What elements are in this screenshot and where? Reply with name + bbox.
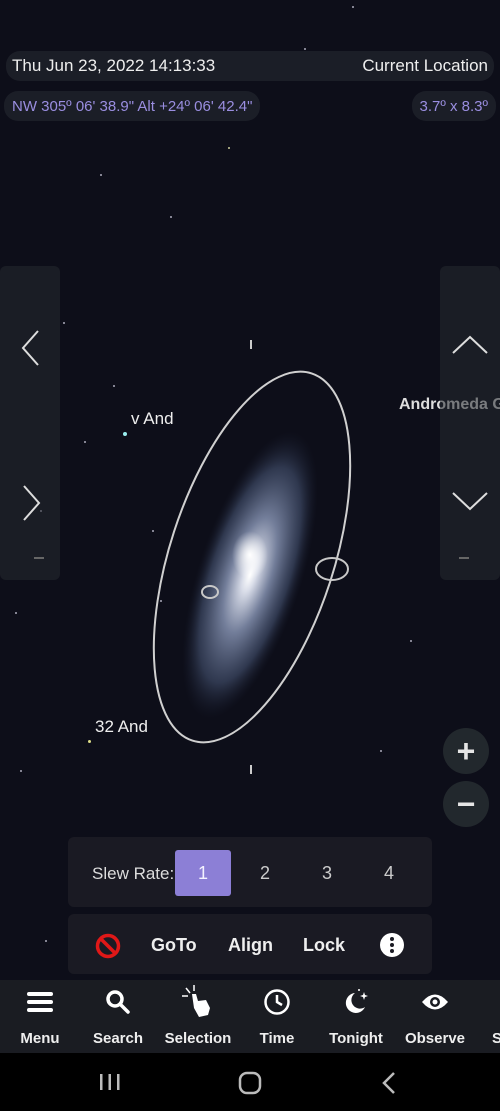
star: [113, 385, 115, 387]
star-label-v-and[interactable]: v And: [131, 409, 174, 429]
pan-up-icon[interactable]: [451, 334, 489, 356]
slew-rate-4[interactable]: 4: [361, 850, 417, 896]
home-icon[interactable]: [238, 1071, 262, 1095]
more-vertical-icon[interactable]: [380, 933, 404, 957]
zoom-in-button[interactable]: +: [443, 728, 489, 774]
eye-icon: [422, 994, 448, 1010]
star: [100, 174, 102, 176]
left-pan-panel: [0, 266, 60, 580]
coordinates: NW 305º 06' 38.9" Alt +24º 06' 42.4": [4, 91, 261, 121]
star: [123, 432, 127, 436]
star-label-32-and[interactable]: 32 And: [95, 717, 148, 737]
nav-label: Tonight: [329, 1030, 383, 1047]
right-pan-panel: [440, 266, 500, 580]
nav-observe[interactable]: Observe: [395, 980, 475, 1053]
no-entry-icon[interactable]: [95, 933, 121, 959]
slew-rate-3[interactable]: 3: [299, 850, 355, 896]
back-icon[interactable]: [381, 1071, 397, 1095]
clock-icon: [264, 989, 290, 1015]
star: [84, 441, 86, 443]
tap-hand-icon: [182, 985, 210, 1017]
align-button[interactable]: Align: [228, 935, 273, 956]
pan-left-icon[interactable]: [20, 328, 42, 368]
zoom-out-button[interactable]: −: [443, 781, 489, 827]
star: [304, 48, 306, 50]
nav-menu[interactable]: Menu: [0, 980, 80, 1053]
star: [228, 147, 230, 149]
galaxy-core: [232, 531, 268, 579]
nav-time[interactable]: Time: [237, 980, 317, 1053]
star: [380, 750, 382, 752]
bottom-nav: Menu Search Selection Time Tonight Obser…: [0, 980, 500, 1053]
nav-label: Search: [92, 1030, 144, 1047]
nav-label: Menu: [20, 1030, 60, 1047]
slew-rate-bar: Slew Rate: 1 2 3 4: [68, 837, 432, 907]
right-panel-handle[interactable]: [459, 557, 469, 559]
search-icon: [106, 990, 130, 1014]
slew-rate-label: Slew Rate:: [92, 864, 175, 883]
nav-more-truncated[interactable]: S: [474, 980, 500, 1053]
slew-rate-1[interactable]: 1: [175, 850, 231, 896]
coordinates-text: NW 305º 06' 38.9" Alt +24º 06' 42.4": [12, 97, 253, 115]
lock-button[interactable]: Lock: [303, 935, 345, 956]
datetime[interactable]: Thu Jun 23, 2022 14:13:33: [12, 56, 215, 76]
pan-right-icon[interactable]: [20, 483, 42, 523]
telescope-action-bar: GoTo Align Lock: [68, 914, 432, 974]
bottom-tick: [250, 765, 252, 774]
location[interactable]: Current Location: [362, 56, 488, 76]
star: [63, 322, 65, 324]
goto-button[interactable]: GoTo: [151, 935, 197, 956]
nav-label: Time: [259, 1030, 295, 1047]
star: [20, 770, 22, 772]
nav-tonight[interactable]: Tonight: [316, 980, 396, 1053]
star: [15, 612, 17, 614]
star: [410, 640, 412, 642]
pan-down-icon[interactable]: [451, 490, 489, 512]
recent-apps-icon[interactable]: [98, 1072, 122, 1092]
nav-selection[interactable]: Selection: [158, 980, 238, 1053]
galaxy-image[interactable]: [150, 360, 360, 760]
star: [352, 6, 354, 8]
nav-search[interactable]: Search: [78, 980, 158, 1053]
nav-label: Observe: [404, 1030, 466, 1047]
info-bar: Thu Jun 23, 2022 14:13:33 Current Locati…: [6, 51, 494, 81]
nav-label: S: [492, 1030, 500, 1047]
field-of-view: 3.7º x 8.3º: [411, 91, 496, 121]
nav-label: Selection: [164, 1030, 232, 1047]
slew-rate-2[interactable]: 2: [237, 850, 293, 896]
star: [88, 740, 91, 743]
moon-stars-icon: [345, 989, 368, 1013]
left-panel-handle[interactable]: [34, 557, 44, 559]
hamburger-icon: [27, 992, 53, 1012]
fov-text: 3.7º x 8.3º: [419, 97, 489, 115]
star: [170, 216, 172, 218]
top-tick: [250, 340, 252, 349]
system-nav-bar: [0, 1053, 500, 1111]
star: [45, 940, 47, 942]
